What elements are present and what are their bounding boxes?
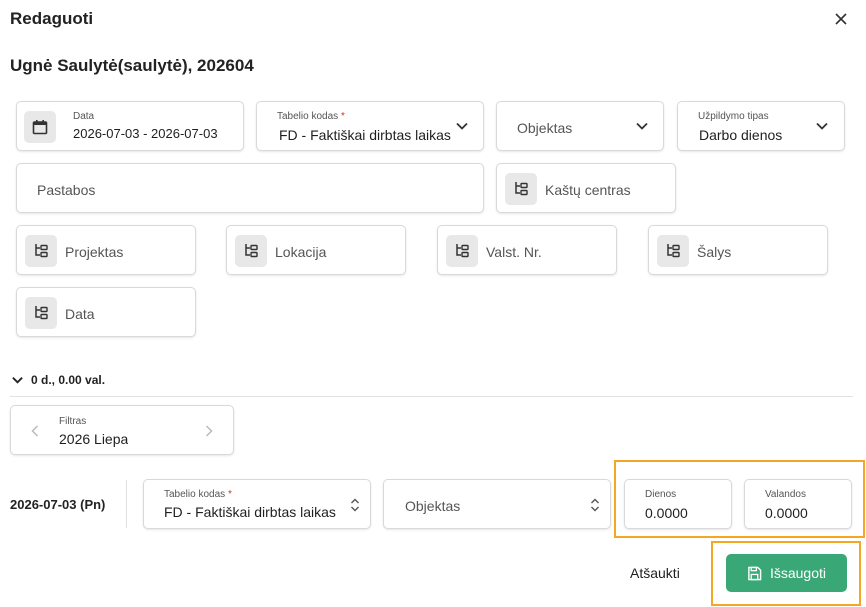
valst-nr-label: Valst. Nr. [486,244,542,260]
tree-icon [35,244,48,258]
date-range-field[interactable]: Data 2026-07-03 - 2026-07-03 [16,101,244,151]
row-tabelio-kodas-select[interactable]: Tabelio kodas * FD - Faktiškai dirbtas l… [143,479,371,529]
dialog-title: Redaguoti [10,9,94,28]
lokacija-label: Lokacija [275,244,327,260]
tabelio-kodas-label: Tabelio kodas * [277,111,345,122]
lokacija-field[interactable]: Lokacija [226,225,406,275]
chevron-right-icon[interactable] [205,425,213,437]
projektas-field[interactable]: Projektas [16,225,196,275]
tabelio-kodas-value: FD - Faktiškai dirbtas laikas [279,127,451,143]
data-dimension-label: Data [65,306,95,322]
month-filter[interactable]: Filtras 2026 Liepa [10,405,234,455]
dienos-label: Dienos [645,489,677,500]
valandos-input[interactable]: Valandos 0.0000 [744,479,852,529]
dienos-input[interactable]: Dienos 0.0000 [624,479,732,529]
row-tabelio-kodas-label: Tabelio kodas * [164,489,232,500]
data-dimension-field[interactable]: Data [16,287,196,337]
tree-icon [245,244,258,258]
calendar-icon-box[interactable] [24,111,56,143]
required-mark: * [227,489,232,500]
filter-label: Filtras [59,416,87,427]
tree-icon-box[interactable] [235,235,267,267]
kastu-centras-label: Kaštų centras [545,182,631,198]
valandos-value: 0.0000 [765,505,808,521]
salys-label: Šalys [697,244,732,260]
salys-field[interactable]: Šalys [648,225,828,275]
uzpildymo-tipas-select[interactable]: Užpildymo tipas Darbo dienos [677,101,845,151]
employee-subtitle: Ugnė Saulytė(saulytė), 202604 [10,56,254,75]
valandos-label: Valandos [765,489,806,500]
row-tabelio-kodas-label-text: Tabelio kodas [164,489,226,500]
objektas-placeholder: Objektas [517,120,573,136]
tabelio-kodas-select[interactable]: Tabelio kodas * FD - Faktiškai dirbtas l… [256,101,484,151]
tree-icon [667,244,680,258]
save-button[interactable]: Išsaugoti [726,554,847,592]
tabelio-kodas-label-text: Tabelio kodas [277,111,339,122]
divider [10,396,853,397]
save-icon [748,566,762,580]
summary-text: 0 d., 0.00 val. [31,373,106,387]
chevron-left-icon[interactable] [31,425,39,437]
summary-toggle[interactable]: 0 d., 0.00 val. [12,373,105,387]
pastabos-placeholder: Pastabos [37,182,96,198]
calendar-icon [32,120,48,135]
row-tabelio-kodas-value: FD - Faktiškai dirbtas laikas [164,504,336,520]
pastabos-input[interactable]: Pastabos [16,163,484,213]
row-separator [126,480,127,528]
save-label: Išsaugoti [769,565,827,581]
updown-chevron-icon [351,498,359,512]
uzpildymo-tipas-value: Darbo dienos [699,127,783,143]
projektas-label: Projektas [65,244,124,260]
chevron-down-icon [816,122,828,130]
chevron-down-icon [12,377,23,384]
chevron-down-icon [636,122,648,130]
row-objektas-select[interactable]: Objektas [383,479,611,529]
kastu-centras-field[interactable]: Kaštų centras [496,163,676,213]
filter-value: 2026 Liepa [59,431,129,447]
date-label: Data [73,111,95,122]
valst-nr-field[interactable]: Valst. Nr. [437,225,617,275]
tree-icon-box[interactable] [446,235,478,267]
chevron-down-icon [456,122,468,130]
uzpildymo-tipas-label: Užpildymo tipas [698,111,769,122]
objektas-select[interactable]: Objektas [496,101,664,151]
cancel-button[interactable]: Atšaukti [630,565,680,581]
row-date: 2026-07-03 (Pn) [10,497,106,512]
tree-icon-box[interactable] [505,173,537,205]
tree-icon [456,244,469,258]
dienos-value: 0.0000 [645,505,688,521]
tree-icon [515,182,528,196]
tree-icon-box[interactable] [25,235,57,267]
required-mark: * [340,111,345,122]
close-icon[interactable] [832,10,850,28]
tree-icon-box[interactable] [657,235,689,267]
row-objektas-placeholder: Objektas [405,498,461,514]
date-value: 2026-07-03 - 2026-07-03 [73,126,218,141]
updown-chevron-icon [591,498,599,512]
tree-icon-box[interactable] [25,297,57,329]
tree-icon [35,306,48,320]
